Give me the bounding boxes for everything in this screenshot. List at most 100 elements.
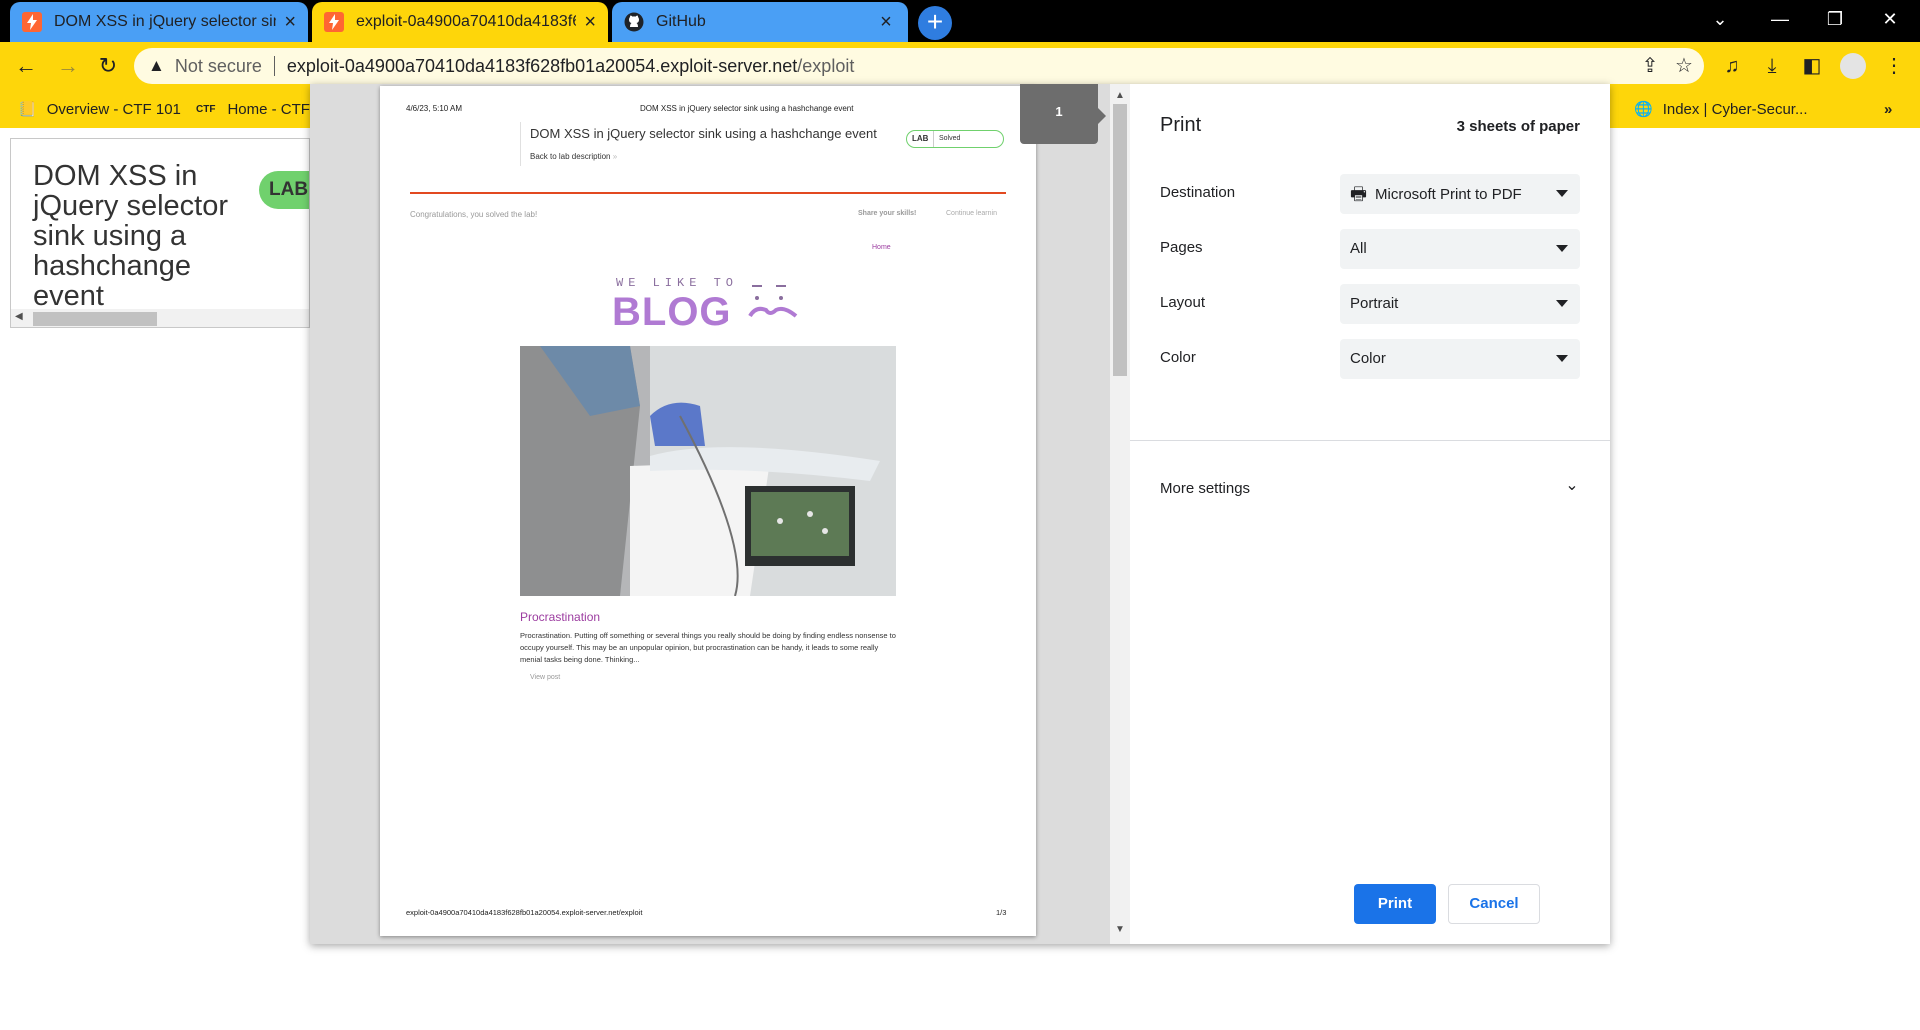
caret-down-icon <box>1556 245 1568 252</box>
tab-github[interactable]: GitHub × <box>612 2 908 42</box>
scroll-left-icon[interactable]: ◀ <box>15 311 23 322</box>
blog-post-image <box>520 346 896 596</box>
blog-face-icon <box>748 285 798 318</box>
pages-select[interactable]: All <box>1340 229 1580 269</box>
tab-title: exploit-0a4900a70410da4183f628fb01a20054… <box>356 13 576 30</box>
preview-congrats: Congratulations, you solved the lab! <box>410 210 538 219</box>
download-icon[interactable]: ⤓ <box>1756 50 1788 82</box>
caret-down-icon <box>1556 355 1568 362</box>
bookmark-label: Home - CTF <box>227 100 310 118</box>
divider <box>273 56 275 76</box>
divider <box>1130 440 1610 441</box>
close-icon[interactable]: × <box>876 12 896 32</box>
preview-home-link: Home <box>872 244 891 251</box>
sheet-count: 3 sheets of paper <box>1456 118 1580 135</box>
browser-toolbar: ← → ↻ ▲ Not secure exploit-0a4900a70410d… <box>0 42 1920 90</box>
bookmark-label: Overview - CTF 101 <box>46 100 181 118</box>
scroll-up-icon[interactable]: ▲ <box>1115 90 1125 101</box>
layout-row: Layout Portrait <box>1160 284 1580 324</box>
new-tab-button[interactable]: + <box>918 6 952 40</box>
preview-share: Share your skills! <box>858 210 917 217</box>
page-number-tooltip: 1 <box>1020 84 1106 144</box>
color-label: Color <box>1160 349 1196 366</box>
scrollbar-thumb[interactable] <box>1113 104 1127 376</box>
pages-label: Pages <box>1160 239 1203 256</box>
restore-icon[interactable]: ❐ <box>1805 0 1865 38</box>
back-link-text: Back to lab description <box>530 152 611 161</box>
preview-lab-title: DOM XSS in jQuery selector sink using a … <box>530 126 877 141</box>
preview-scrollbar[interactable]: ▲ ▼ <box>1110 84 1130 944</box>
reload-icon[interactable]: ↻ <box>92 50 124 82</box>
bookmark-label: Index | Cyber-Secur... <box>1662 100 1808 118</box>
preview-header-date: 4/6/23, 5:10 AM <box>406 104 463 113</box>
minimize-icon[interactable]: — <box>1750 0 1810 38</box>
close-icon[interactable]: × <box>284 12 296 32</box>
warning-icon[interactable]: ▲ <box>148 56 165 76</box>
preview-back-link: Back to lab description » <box>530 152 617 161</box>
preview-continue: Continue learnin <box>946 210 997 217</box>
layout-label: Layout <box>1160 294 1206 311</box>
more-settings-toggle[interactable]: More settings <box>1160 480 1250 497</box>
divider <box>410 192 1006 194</box>
preview-view-post: View post <box>530 674 561 681</box>
close-icon[interactable]: × <box>584 12 596 32</box>
tab-exploit[interactable]: exploit-0a4900a70410da4183f628fb01a20054… <box>312 2 608 42</box>
color-select[interactable]: Color <box>1340 339 1580 379</box>
bookmark-item[interactable]: 🌐 Index | Cyber-Secur... <box>1634 90 1807 128</box>
destination-select[interactable]: 🖶 Microsoft Print to PDF <box>1340 174 1580 214</box>
color-value: Color <box>1350 350 1386 367</box>
chevron-down-icon[interactable]: ⌄ <box>1560 474 1584 498</box>
portswigger-icon <box>22 12 42 32</box>
print-dialog: 4/6/23, 5:10 AM DOM XSS in jQuery select… <box>310 84 1610 944</box>
print-button[interactable]: Print <box>1354 884 1436 924</box>
scroll-down-icon[interactable]: ▼ <box>1115 924 1125 935</box>
badge-lab-text: LAB <box>912 134 929 143</box>
address-bar[interactable]: ▲ Not secure exploit-0a4900a70410da4183f… <box>134 48 1704 84</box>
cancel-button[interactable]: Cancel <box>1448 884 1540 924</box>
tab-search-icon[interactable]: ⌄ <box>1690 0 1750 38</box>
media-queue-icon[interactable]: ♫ <box>1716 50 1748 82</box>
print-title: Print <box>1160 114 1202 136</box>
layout-value: Portrait <box>1350 295 1399 312</box>
preview-status-badge: LAB Solved <box>906 130 1004 148</box>
preview-post-title: Procrastination <box>520 610 601 624</box>
preview-logo-big: BLOG <box>612 290 732 334</box>
print-settings-panel: Print 3 sheets of paper Destination 🖶 Mic… <box>1130 84 1610 944</box>
destination-label: Destination <box>1160 184 1236 201</box>
print-preview-area: 4/6/23, 5:10 AM DOM XSS in jQuery select… <box>310 84 1130 944</box>
side-panel-icon[interactable]: ◧ <box>1796 50 1828 82</box>
bookmark-item[interactable]: 📒 Overview - CTF 101 <box>18 90 181 128</box>
menu-icon[interactable]: ⋮ <box>1878 50 1910 82</box>
ctf-icon: CTF <box>196 103 216 115</box>
tab-title: DOM XSS in jQuery selector sink using a … <box>54 13 276 30</box>
globe-icon: 🌐 <box>1634 101 1653 118</box>
destination-value: Microsoft Print to PDF <box>1375 186 1522 203</box>
bookmark-star-icon[interactable]: ☆ <box>1666 48 1702 84</box>
security-label[interactable]: Not secure <box>175 56 262 77</box>
color-row: Color Color <box>1160 339 1580 379</box>
portswigger-icon <box>324 12 344 32</box>
preview-footer-page: 1/3 <box>996 908 1007 917</box>
tab-lab[interactable]: DOM XSS in jQuery selector sink using a … <box>10 2 308 42</box>
profile-avatar[interactable] <box>1840 53 1866 79</box>
preview-post-text: Procrastination. Putting off something o… <box>520 631 896 664</box>
scrollbar-thumb[interactable] <box>33 312 157 326</box>
layout-select[interactable]: Portrait <box>1340 284 1580 324</box>
horizontal-scrollbar[interactable]: ◀ <box>11 309 309 327</box>
forward-arrow-icon[interactable]: → <box>52 50 84 82</box>
lab-iframe: DOM XSS in jQuery selector sink using a … <box>10 138 310 328</box>
preview-footer-url: exploit-0a4900a70410da4183f628fb01a20054… <box>406 908 643 917</box>
window-close-icon[interactable]: ✕ <box>1860 0 1920 38</box>
bookmark-item[interactable]: CTF Home - CTF <box>196 90 310 128</box>
destination-row: Destination 🖶 Microsoft Print to PDF <box>1160 174 1580 214</box>
url-path: /exploit <box>797 55 855 76</box>
chevron-right-icon: » <box>612 152 618 161</box>
share-icon[interactable]: ⇪ <box>1632 48 1668 84</box>
github-icon <box>624 12 644 32</box>
back-arrow-icon[interactable]: ← <box>10 50 42 82</box>
lab-title: DOM XSS in jQuery selector sink using a … <box>33 160 229 312</box>
tab-strip: DOM XSS in jQuery selector sink using a … <box>0 0 1920 42</box>
more-bookmarks-icon[interactable]: » <box>1884 90 1892 128</box>
preview-header-title: DOM XSS in jQuery selector sink using a … <box>640 104 854 113</box>
preview-page: 4/6/23, 5:10 AM DOM XSS in jQuery select… <box>380 86 1036 936</box>
